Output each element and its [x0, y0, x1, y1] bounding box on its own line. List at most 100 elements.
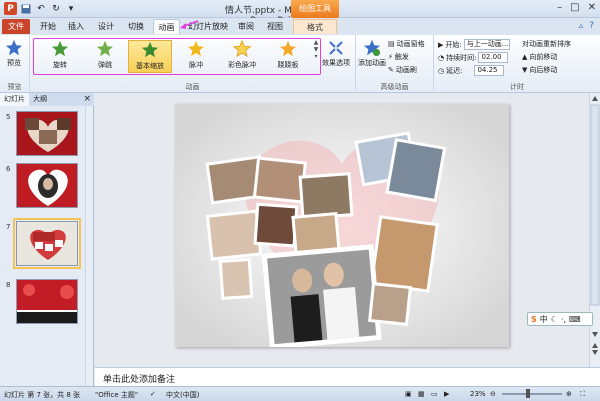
zoom-out-icon[interactable]: ⊖ — [490, 390, 496, 398]
notes-placeholder: 单击此处添加备注 — [103, 375, 176, 385]
theme-name[interactable]: "Office 主题" — [95, 390, 138, 400]
delay-icon: ◷ — [438, 66, 445, 75]
animation-pane-button[interactable]: ▤ 动画窗格 — [388, 39, 425, 49]
delay-input[interactable]: 04.25 — [474, 65, 505, 76]
zoom-slider-thumb[interactable] — [526, 389, 530, 398]
gallery-more-icon[interactable]: ▾ — [314, 53, 317, 60]
group-preview: 预览 预览 — [0, 35, 30, 93]
slide-info: 幻灯片 第 7 张，共 8 张 — [4, 391, 81, 399]
effect-bounce[interactable]: 弹跳 — [83, 40, 127, 73]
pane-close-button[interactable]: × — [83, 93, 91, 106]
tab-outline[interactable]: 大纲 — [29, 93, 51, 106]
trigger-icon: ⚡ — [388, 53, 393, 61]
start-icon: ▶ — [438, 40, 444, 49]
start-row: ▶ 开始: 与上一动画... — [438, 39, 510, 50]
effect-pulse[interactable]: 脉冲 — [174, 40, 218, 73]
add-animation-icon — [362, 38, 382, 58]
preview-button[interactable]: 预览 — [4, 38, 24, 68]
tab-transitions[interactable]: 切换 — [124, 19, 148, 34]
slide-thumbnail[interactable] — [16, 279, 78, 324]
notes-pane[interactable]: 单击此处添加备注 — [95, 367, 600, 386]
group-label-timing: 计时 — [510, 83, 524, 91]
effect-color-pulse[interactable]: 彩色脉冲 — [220, 40, 264, 73]
ime-toolbar[interactable]: S 中 ☾ ·, ⌨ — [527, 312, 593, 326]
sogou-logo-icon: S — [531, 314, 537, 324]
maximize-button[interactable]: □ — [570, 2, 579, 13]
view-normal-icon[interactable]: ▣ — [405, 390, 412, 398]
slide-number: 7 — [6, 223, 11, 231]
animation-painter-icon: ✎ — [388, 66, 394, 74]
slide-thumbnail-image — [17, 222, 77, 265]
tab-review[interactable]: 审阅 — [234, 19, 258, 34]
help-icon[interactable]: ? — [589, 21, 594, 31]
tab-file[interactable]: 文件 — [2, 19, 30, 34]
effect-options-icon — [326, 38, 346, 58]
animation-painter-button[interactable]: ✎ 动画刷 — [388, 65, 417, 75]
zoom-in-icon[interactable]: ⊕ — [566, 390, 572, 398]
redo-icon[interactable]: ↻ — [50, 3, 62, 15]
move-later-button[interactable]: ▼ 向后移动 — [522, 65, 557, 75]
collapse-ribbon-icon[interactable]: ▵ — [579, 21, 584, 31]
language[interactable]: 中文(中国) — [166, 390, 199, 400]
duration-icon: ◔ — [438, 53, 445, 62]
effect-spin[interactable]: 旋转 — [38, 40, 82, 73]
add-animation-button[interactable]: 添加动画 — [358, 38, 386, 68]
slide-thumbnail-image — [17, 280, 77, 323]
slide-thumbnail[interactable] — [16, 111, 78, 156]
duration-input[interactable]: 02.00 — [478, 52, 509, 63]
teeter-star-icon — [279, 40, 297, 57]
view-sorter-icon[interactable]: ▦ — [418, 390, 425, 398]
powerpoint-logo-icon[interactable]: P — [4, 2, 17, 15]
start-select[interactable]: 与上一动画... — [463, 39, 510, 50]
group-advanced-animation: 添加动画 ▤ 动画窗格 ⚡ 触发 ✎ 动画刷 高级动画 — [356, 35, 434, 93]
view-reading-icon[interactable]: ▭ — [431, 390, 438, 398]
view-slideshow-icon[interactable]: ▶ — [444, 390, 449, 398]
reorder-title: 对动画重新排序 — [522, 40, 571, 48]
status-bar: 幻灯片 第 7 张，共 8 张 "Office 主题" ✓ 中文(中国) ▣ ▦… — [0, 386, 600, 401]
gallery-scroll[interactable]: ▲ ▼ ▾ — [311, 39, 321, 71]
pulse-star-icon — [187, 40, 205, 57]
effect-teeter[interactable]: 跷跷板 — [266, 40, 310, 73]
window-controls: – □ ✕ — [557, 2, 596, 13]
slide-number: 6 — [6, 165, 11, 173]
effect-basic-zoom[interactable]: 基本缩放 — [128, 40, 172, 73]
trigger-button[interactable]: ⚡ 触发 — [388, 52, 409, 62]
annotation-arrow-icon — [180, 20, 199, 29]
tab-format[interactable]: 格式 — [293, 19, 337, 34]
customize-qat-icon[interactable]: ▾ — [65, 3, 77, 15]
quick-access-toolbar: P ↶ ↻ ▾ — [4, 2, 77, 15]
preview-star-icon — [4, 38, 24, 58]
fit-window-icon[interactable]: ⛶ — [580, 390, 585, 399]
tab-insert[interactable]: 插入 — [64, 19, 88, 34]
gallery-down-icon[interactable]: ▼ — [314, 46, 319, 53]
slide-number: 5 — [6, 113, 11, 121]
slide-thumbnail-selected[interactable] — [13, 218, 81, 269]
tab-slides[interactable]: 幻灯片 — [0, 93, 29, 106]
spellcheck-icon[interactable]: ✓ — [150, 390, 156, 398]
tab-animations[interactable]: 动画 — [153, 19, 180, 34]
zoom-level[interactable]: 23% — [470, 390, 486, 398]
punctuation-icon: ·, — [560, 314, 567, 324]
current-slide[interactable] — [175, 104, 509, 350]
slide-thumbnail-image — [17, 112, 77, 155]
basic-zoom-star-icon — [141, 41, 159, 58]
animation-pane-icon: ▤ — [388, 40, 395, 48]
group-label-advanced: 高级动画 — [380, 83, 409, 91]
group-label-preview: 预览 — [7, 83, 22, 91]
slides-pane: 幻灯片 大纲 × 5 6 7 8 — [0, 93, 94, 386]
tab-view[interactable]: 视图 — [263, 19, 287, 34]
tab-home[interactable]: 开始 — [36, 19, 60, 34]
group-timing: ▶ 开始: 与上一动画... ◔ 持续时间: 02.00 ◷ 延迟: 04.25… — [434, 35, 600, 93]
zoom-slider[interactable] — [502, 393, 562, 395]
tab-design[interactable]: 设计 — [94, 19, 118, 34]
close-button[interactable]: ✕ — [588, 2, 596, 13]
save-icon[interactable] — [20, 3, 32, 15]
gallery-up-icon[interactable]: ▲ — [314, 39, 319, 46]
effect-options-button[interactable]: 效果选项 — [322, 38, 350, 68]
slides-pane-scrollbar[interactable] — [85, 106, 93, 386]
minimize-button[interactable]: – — [557, 2, 562, 13]
undo-icon[interactable]: ↶ — [35, 3, 47, 15]
move-later-icon: ▼ — [522, 66, 528, 74]
move-earlier-button[interactable]: ▲ 向前移动 — [522, 52, 557, 62]
slide-thumbnail[interactable] — [16, 163, 78, 208]
